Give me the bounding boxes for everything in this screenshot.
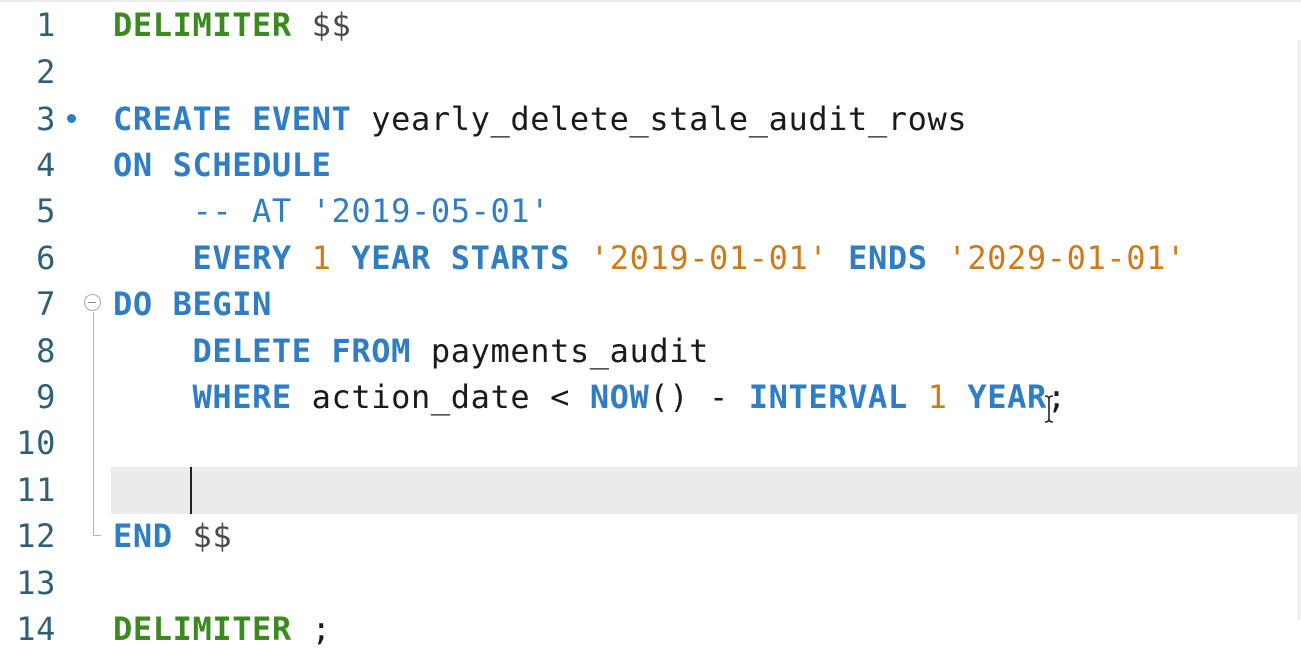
code-token: yearly_delete_stale_audit_rows bbox=[351, 100, 968, 138]
code-token: 1 bbox=[311, 239, 332, 277]
code-token: YEAR bbox=[967, 378, 1047, 416]
line-number[interactable]: 11 bbox=[0, 467, 56, 514]
line-code[interactable]: CREATE EVENT yearly_delete_stale_audit_r… bbox=[113, 96, 967, 143]
code-line[interactable]: 6 EVERY 1 YEAR STARTS '2019-01-01' ENDS … bbox=[0, 235, 1301, 282]
code-token: 1 bbox=[927, 378, 948, 416]
line-number[interactable]: 10 bbox=[0, 420, 56, 467]
code-line[interactable]: 10 bbox=[0, 420, 1301, 467]
code-token: WHERE bbox=[192, 378, 292, 416]
code-token: EVERY bbox=[192, 239, 292, 277]
code-token: ; bbox=[311, 610, 332, 648]
code-token: FROM bbox=[331, 332, 412, 370]
line-code[interactable]: DELIMITER $$ bbox=[113, 2, 351, 49]
line-code[interactable]: END $$ bbox=[113, 513, 232, 560]
line-number[interactable]: 14 bbox=[0, 606, 56, 653]
code-token: CREATE bbox=[113, 100, 233, 138]
line-code[interactable]: DELIMITER ; bbox=[113, 606, 332, 653]
code-line[interactable]: 14 DELIMITER ; bbox=[0, 606, 1301, 653]
text-cursor-icon bbox=[1044, 395, 1054, 423]
sql-code-editor[interactable]: 1 DELIMITER $$ 2 3 CREATE EVENT yearly_delet… bbox=[0, 0, 1301, 668]
code-token: action_date bbox=[291, 378, 551, 416]
line-number[interactable]: 12 bbox=[0, 513, 56, 560]
code-token: '2019-01-01' bbox=[589, 239, 829, 277]
line-code[interactable]: -- AT '2019-05-01' bbox=[113, 188, 550, 235]
code-line[interactable]: 12 END $$ bbox=[0, 513, 1301, 560]
line-number[interactable]: 9 bbox=[0, 374, 56, 421]
code-line[interactable]: 1 DELIMITER $$ bbox=[0, 2, 1301, 49]
code-token: SCHEDULE bbox=[172, 146, 332, 184]
code-line[interactable]: 5 -- AT '2019-05-01' bbox=[0, 188, 1301, 235]
code-token: STARTS bbox=[450, 239, 570, 277]
line-number[interactable]: 2 bbox=[0, 49, 56, 96]
code-token: $$ bbox=[192, 517, 233, 555]
code-token: '2029-01-01' bbox=[947, 239, 1186, 277]
line-number[interactable]: 13 bbox=[0, 560, 56, 607]
code-token: - bbox=[709, 378, 729, 416]
code-token: DELETE bbox=[192, 332, 312, 370]
code-token: payments_audit bbox=[411, 332, 709, 370]
line-number[interactable]: 7 bbox=[0, 281, 56, 328]
code-token: EVENT bbox=[252, 100, 352, 138]
code-token: () bbox=[649, 378, 690, 416]
line-code[interactable]: DO BEGIN bbox=[113, 281, 272, 328]
code-token: -- AT '2019-05-01' bbox=[113, 192, 551, 230]
code-line[interactable]: 3 CREATE EVENT yearly_delete_stale_audit_… bbox=[0, 96, 1301, 143]
code-token: ENDS bbox=[848, 239, 928, 277]
code-line[interactable]: 4 ON SCHEDULE bbox=[0, 142, 1301, 189]
code-line[interactable]: 8 DELETE FROM payments_audit bbox=[0, 328, 1301, 375]
code-token: ON bbox=[113, 146, 153, 184]
line-code[interactable]: EVERY 1 YEAR STARTS '2019-01-01' ENDS '2… bbox=[113, 235, 1186, 282]
line-number[interactable]: 6 bbox=[0, 235, 56, 282]
line-number[interactable]: 5 bbox=[0, 188, 56, 235]
line-number[interactable]: 8 bbox=[0, 328, 56, 375]
code-token: NOW bbox=[589, 378, 650, 416]
code-token: $$ bbox=[311, 6, 352, 44]
text-caret bbox=[190, 467, 192, 514]
line-code[interactable]: WHERE action_date < NOW() - INTERVAL 1 Y… bbox=[113, 374, 1067, 421]
code-token: INTERVAL bbox=[748, 378, 908, 416]
code-token: DELIMITER bbox=[113, 6, 292, 44]
line-code[interactable]: ON SCHEDULE bbox=[113, 142, 332, 189]
code-line[interactable]: 7 DO BEGIN bbox=[0, 281, 1301, 328]
code-line[interactable]: 2 bbox=[0, 49, 1301, 96]
code-token: DELIMITER bbox=[113, 610, 292, 648]
line-number[interactable]: 3 bbox=[0, 96, 56, 143]
code-line[interactable]: 13 bbox=[0, 560, 1301, 607]
line-number[interactable]: 4 bbox=[0, 142, 56, 189]
line-code[interactable]: DELETE FROM payments_audit bbox=[113, 328, 709, 375]
code-line[interactable]: 9 WHERE action_date < NOW() - INTERVAL 1… bbox=[0, 374, 1301, 421]
code-token: < bbox=[550, 378, 570, 416]
code-token: BEGIN bbox=[172, 285, 272, 323]
code-token: END bbox=[113, 517, 173, 555]
code-token: YEAR bbox=[351, 239, 431, 277]
line-number[interactable]: 1 bbox=[0, 2, 56, 49]
code-token: DO bbox=[113, 285, 153, 323]
code-line[interactable]: 11 bbox=[0, 467, 1301, 514]
